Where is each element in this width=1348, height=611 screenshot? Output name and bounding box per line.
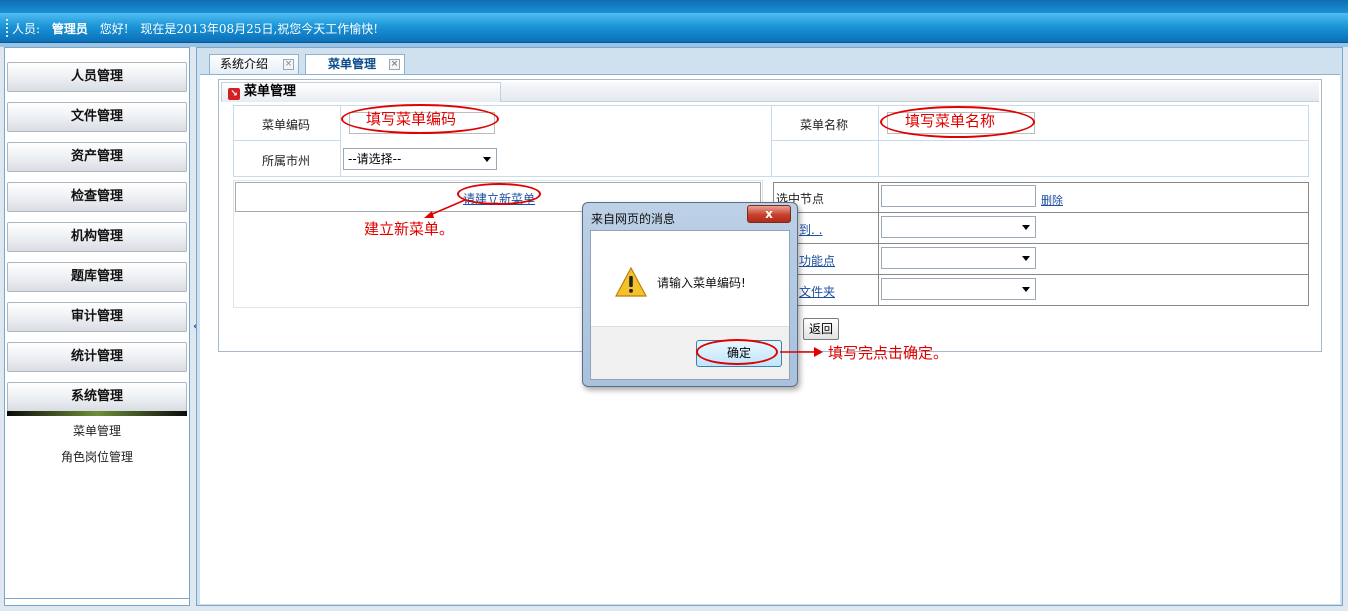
welcome-message: 人员: 管理员 您好! 现在是2013年08月25日,祝您今天工作愉快!: [12, 20, 378, 37]
annotation-ellipse-ok: [696, 339, 778, 365]
tab-menu-management[interactable]: 菜单管理 ×: [305, 54, 405, 75]
user-name: 管理员: [51, 22, 88, 36]
annotation-create-menu: 建立新菜单。: [364, 220, 455, 238]
sidebar-item-statistics[interactable]: 统计管理: [7, 342, 187, 372]
sidebar-item-system[interactable]: 系统管理: [7, 382, 187, 412]
sidebar: 人员管理 文件管理 资产管理 检查管理 机构管理 题库管理 审计管理 统计管理 …: [4, 47, 190, 606]
dialog-message: 请输入菜单编码!: [657, 276, 746, 290]
city-label: 所属市州: [262, 154, 311, 168]
folder-select[interactable]: [881, 278, 1036, 300]
move-to-link[interactable]: 到. .: [799, 221, 822, 238]
submenu-item-role-management[interactable]: 角色岗位管理: [5, 448, 189, 465]
panel-title-bar: [501, 82, 1319, 102]
detail-row-divider: [773, 212, 1309, 213]
date-message: 现在是2013年08月25日,祝您今天工作愉快!: [140, 22, 379, 36]
panel-title: ↘ 菜单管理: [221, 82, 501, 102]
selected-node-input[interactable]: [881, 185, 1036, 207]
annotation-arrow-create: [424, 199, 466, 218]
sidebar-item-assets[interactable]: 资产管理: [7, 142, 187, 172]
submenu-item-menu-management[interactable]: 菜单管理: [5, 422, 189, 439]
tab-close-icon[interactable]: ×: [283, 59, 294, 70]
annotation-fill-code: 填写菜单编码: [366, 110, 457, 128]
delete-link[interactable]: 删除: [1041, 192, 1063, 208]
detail-row-divider: [773, 274, 1309, 275]
sidebar-item-files[interactable]: 文件管理: [7, 102, 187, 132]
folder-link[interactable]: 文件夹: [799, 283, 835, 300]
menu-name-label: 菜单名称: [800, 118, 849, 132]
sidebar-item-inspection[interactable]: 检查管理: [7, 182, 187, 212]
function-point-select[interactable]: [881, 247, 1036, 269]
role-label: 人员:: [12, 22, 41, 36]
sidebar-item-question-bank[interactable]: 题库管理: [7, 262, 187, 292]
header-grip: [6, 19, 8, 37]
greeting: 您好!: [99, 22, 129, 36]
function-point-link[interactable]: 功能点: [799, 252, 835, 269]
dialog-title: 来自网页的消息: [591, 212, 676, 226]
sidebar-item-audit[interactable]: 审计管理: [7, 302, 187, 332]
chevron-down-icon: [1022, 256, 1030, 261]
move-to-select[interactable]: [881, 216, 1036, 238]
city-select[interactable]: --请选择--: [343, 148, 497, 170]
back-button[interactable]: 返回: [803, 318, 839, 340]
detail-row-divider: [773, 243, 1309, 244]
header-bar: 人员: 管理员 您好! 现在是2013年08月25日,祝您今天工作愉快!: [0, 13, 1348, 43]
warning-icon: [615, 267, 647, 297]
tab-system-intro[interactable]: 系统介绍 ×: [209, 54, 299, 74]
chevron-down-icon: [1022, 287, 1030, 292]
tab-close-icon[interactable]: ×: [389, 59, 400, 70]
tab-label: 系统介绍: [220, 57, 269, 71]
dialog-close-button[interactable]: x: [747, 205, 791, 223]
form-row-divider: [771, 140, 1309, 141]
annotation-arrow-ok: [780, 347, 823, 357]
sidebar-bottom-line: [5, 598, 189, 599]
active-item-indicator: [7, 411, 187, 416]
annotation-click-ok: 填写完点击确定。: [828, 344, 949, 362]
annotation-fill-name: 填写菜单名称: [905, 112, 996, 130]
sidebar-item-organization[interactable]: 机构管理: [7, 222, 187, 252]
menu-code-label: 菜单编码: [262, 118, 311, 132]
sidebar-item-personnel[interactable]: 人员管理: [7, 62, 187, 92]
top-banner: [0, 0, 1348, 13]
chevron-down-icon: [1022, 225, 1030, 230]
tab-label: 菜单管理: [328, 57, 377, 71]
arrow-box-icon: ↘: [228, 88, 240, 100]
chevron-down-icon: [483, 157, 491, 162]
